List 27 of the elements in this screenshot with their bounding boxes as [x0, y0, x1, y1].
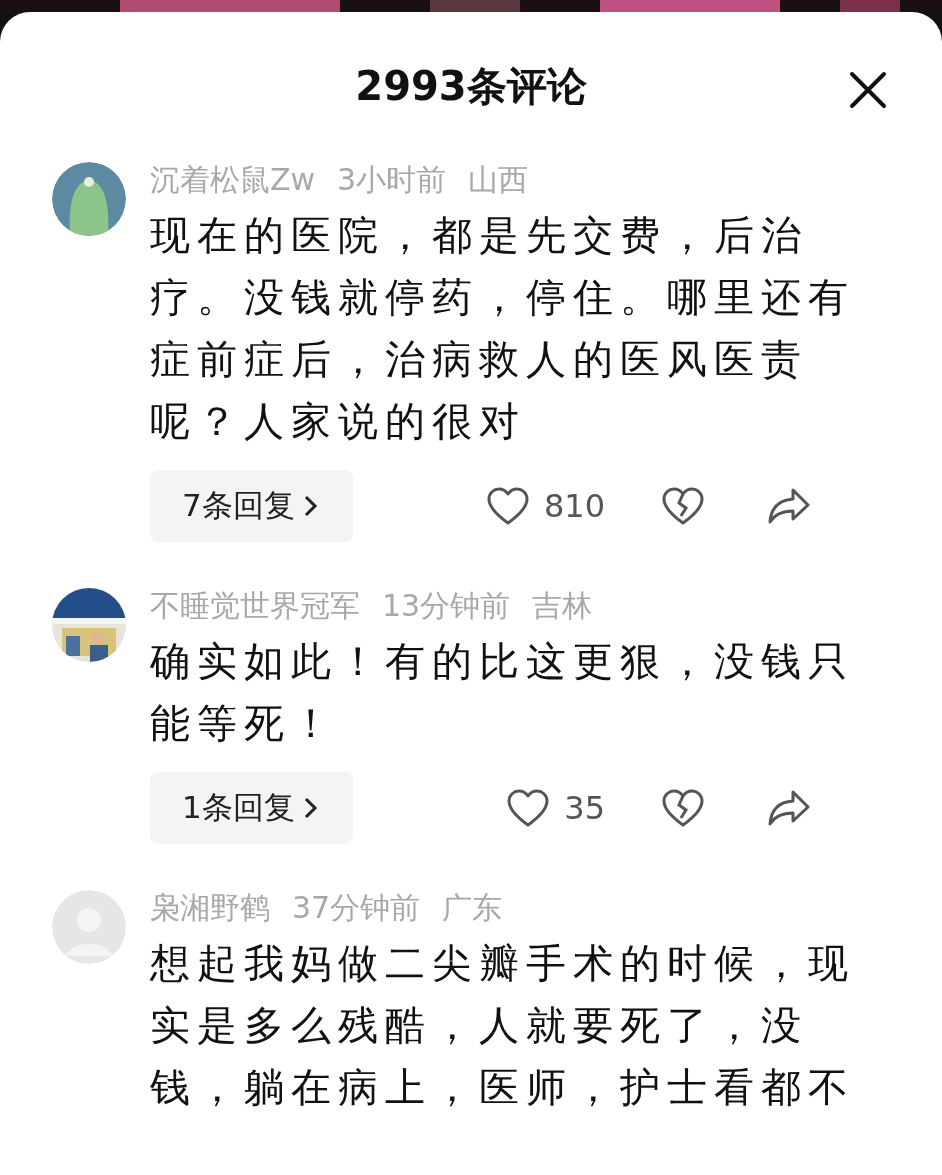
share-icon[interactable] — [767, 788, 811, 828]
user-name[interactable]: 沉着松鼠Zw — [150, 160, 316, 200]
comment-location: 吉林 — [532, 587, 593, 625]
replies-button[interactable]: 1条回复 — [150, 772, 353, 844]
comment-text: 想起我妈做二尖瓣手术的时候，现实是多么残酷，人就要死了，没钱，躺在病上，医师，护士看都不 — [150, 939, 856, 1112]
close-icon[interactable] — [848, 70, 888, 110]
user-name[interactable]: 枭湘野鹤 — [150, 888, 270, 928]
share-icon[interactable] — [767, 486, 811, 526]
broken-heart-icon[interactable] — [661, 788, 705, 828]
chevron-icon — [302, 494, 319, 518]
heart-icon[interactable] — [506, 788, 551, 828]
user-name[interactable]: 不睡觉世界冠军 — [150, 586, 360, 626]
avatar-icon[interactable] — [52, 162, 126, 236]
comment-text: 现在的医院，都是先交费，后治疗。没钱就停药，停住。哪里还有症前症后，治病救人的医风医责呢？人家说的很对 — [150, 211, 856, 446]
like-count: 810 — [543, 487, 605, 525]
replies-button[interactable]: 7条回复 — [150, 470, 353, 542]
heart-icon[interactable] — [485, 486, 530, 526]
comment-time: 37分钟前 — [292, 889, 421, 927]
comment-location: 山西 — [468, 161, 529, 199]
comment-time: 3小时前 — [337, 161, 447, 199]
comment-location: 广东 — [442, 889, 503, 927]
chevron-icon — [302, 796, 319, 820]
like-count: 35 — [564, 789, 605, 827]
sheet-title: 2993条评论 — [355, 61, 587, 111]
broken-heart-icon[interactable] — [661, 486, 705, 526]
comment-time: 13分钟前 — [382, 587, 511, 625]
comment-text: 确实如此！有的比这更狠，没钱只能等死！ — [150, 637, 856, 748]
